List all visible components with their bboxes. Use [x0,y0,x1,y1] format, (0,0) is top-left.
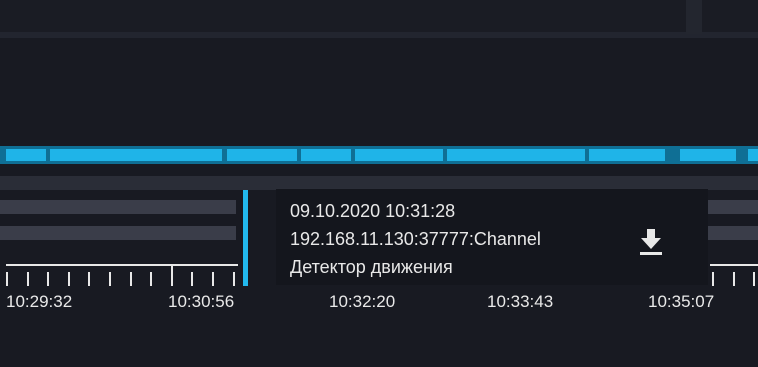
ruler-tick [68,272,70,286]
ruler-tick [150,272,152,286]
motion-segment[interactable] [6,149,46,161]
time-label: 10:29:32 [6,292,73,311]
motion-segment[interactable] [227,149,297,161]
top-panel-block [686,0,702,34]
ruler-baseline [6,264,238,266]
top-panel [0,0,758,34]
event-tooltip: 09.10.2020 10:31:28 192.168.11.130:37777… [276,188,708,285]
event-datetime: 09.10.2020 10:31:28 [290,201,456,221]
ruler-tick [6,272,8,286]
ruler-tick [27,272,29,286]
event-type: Детектор движения [290,257,453,277]
motion-segment[interactable] [748,149,758,161]
ruler-tick [212,272,214,286]
motion-event-track[interactable] [0,146,758,164]
ruler-tick [130,272,132,286]
top-divider [0,32,758,38]
event-channel: 192.168.11.130:37777:Channel [290,229,541,249]
ruler-baseline [710,264,758,266]
ruler-tick [191,272,193,286]
motion-segment[interactable] [355,149,443,161]
ruler-tick [88,272,90,286]
ruler-tick [233,272,235,286]
motion-segment[interactable] [589,149,665,161]
record-bar[interactable] [707,200,758,214]
time-label: 10:35:07 [648,292,715,311]
ruler-tick [753,272,755,286]
time-label: 10:30:56 [168,292,235,311]
time-label: 10:33:43 [487,292,554,311]
motion-segment[interactable] [50,149,222,161]
time-label: 10:32:20 [329,292,396,311]
ruler-tick [109,272,111,286]
download-button[interactable] [636,225,666,259]
record-bar[interactable] [707,226,758,240]
record-bar[interactable] [0,200,236,214]
ruler-tick [171,264,173,286]
download-icon [640,229,662,255]
motion-segment[interactable] [301,149,351,161]
motion-segment[interactable] [680,149,736,161]
record-bar[interactable] [0,226,236,240]
ruler-tick [733,272,735,286]
ruler-tick [712,272,714,286]
playback-cursor[interactable] [243,190,248,286]
ruler-tick [47,272,49,286]
motion-segment[interactable] [447,149,585,161]
